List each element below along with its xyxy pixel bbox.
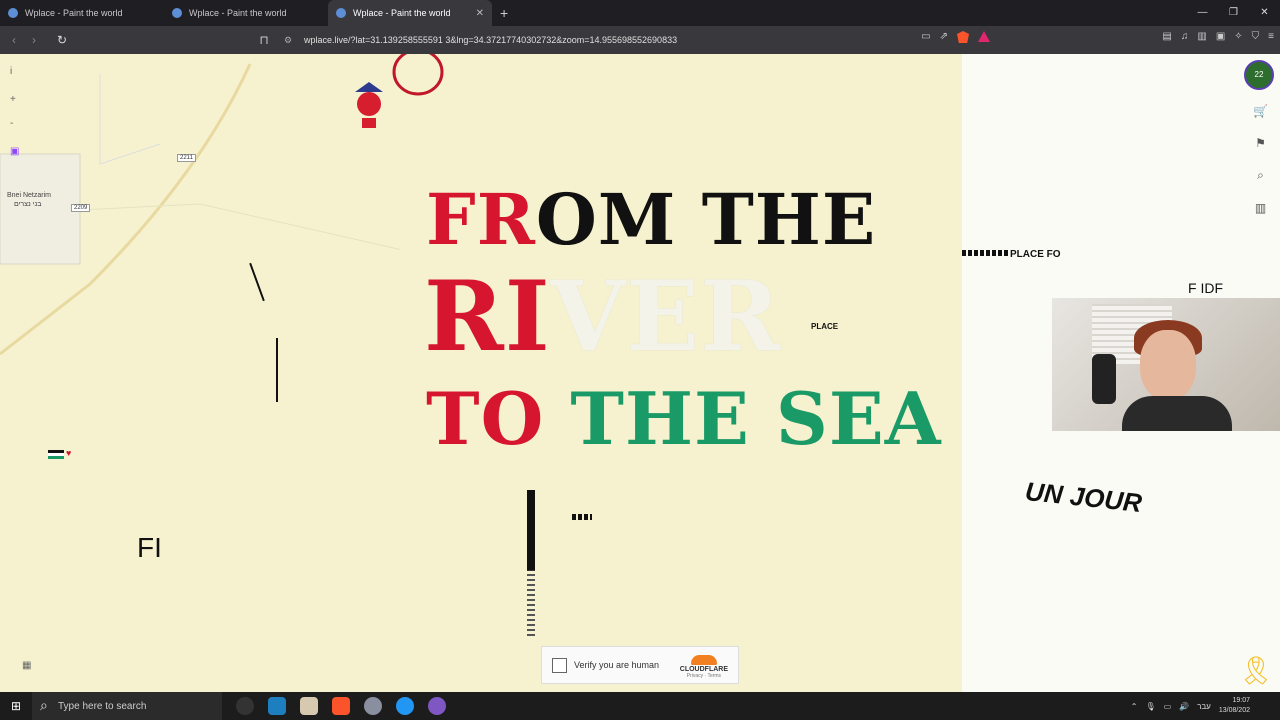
site-info-icon[interactable]: ⚙ [284, 35, 292, 46]
leaderboard-icon[interactable]: ▥ [1255, 201, 1266, 215]
search-placeholder: Type here to search [58, 700, 147, 712]
taskbar-apps [236, 697, 446, 715]
art-line-river: RIVER [424, 260, 782, 373]
browser-actions: ▤ ♫ ▥ ▣ ✧ ⛉ ≡ [1162, 31, 1274, 42]
wallet-icon[interactable]: ▣ [1216, 31, 1225, 42]
webcam-overlay [1052, 298, 1280, 431]
language-indicator[interactable]: עבר [1197, 702, 1211, 711]
tab-title: Wplace - Paint the world [189, 8, 287, 18]
brave-icon[interactable] [332, 697, 350, 715]
twitch-icon[interactable]: ▣ [10, 146, 19, 157]
brave-rewards-icon[interactable] [978, 31, 990, 42]
tray-chevron-icon[interactable]: ⌃ [1131, 702, 1138, 711]
tab-title: Wplace - Paint the world [25, 8, 123, 18]
tab-title: Wplace - Paint the world [353, 8, 451, 18]
forward-button[interactable]: › [24, 33, 44, 47]
user-avatar[interactable]: 22 [1244, 60, 1274, 90]
map-roads [0, 63, 400, 356]
place-label-he: בני נצרים [14, 201, 42, 208]
store-icon[interactable]: 🛒 [1253, 104, 1268, 118]
app-icon[interactable] [428, 697, 446, 715]
windows-taskbar: ⊞ Type here to search ⌃ 🎙 ▭ 🔊 עבר 19:07 … [0, 692, 1280, 720]
spiderman-pixel-art [355, 54, 444, 128]
road-number: 2209 [71, 204, 91, 212]
addr-actions: ▭ ⇗ [921, 31, 990, 43]
user-level: 22 [1254, 70, 1264, 79]
art-place-fo: PLACE FO [1010, 249, 1061, 260]
taskbar-search[interactable]: Type here to search [32, 692, 222, 720]
art-fi: FI [137, 532, 162, 563]
reload-button[interactable]: ↻ [52, 33, 72, 47]
zoom-out-button[interactable]: - [10, 118, 13, 129]
window-controls: — ❐ ✕ [1187, 0, 1280, 26]
browser-toolbar: ‹ › ↻ ⊓ ⚙ wplace.live/?lat=31.1392585555… [0, 26, 1280, 54]
verify-checkbox[interactable] [552, 657, 567, 673]
art-dashes [962, 250, 1008, 256]
layers-icon[interactable]: ▦ [22, 660, 31, 671]
maximize-button[interactable]: ❐ [1218, 0, 1249, 26]
road-number: 2211 [177, 154, 196, 162]
windows-start-icon[interactable]: ⊞ [0, 699, 32, 713]
search-location-icon[interactable]: ⌕ [1257, 168, 1264, 183]
alliance-icon[interactable]: ⚑ [1255, 136, 1266, 150]
back-button[interactable]: ‹ [4, 33, 24, 47]
volume-icon[interactable]: 🔊 [1179, 702, 1189, 711]
clock-time: 19:07 [1232, 697, 1250, 704]
tower-art [527, 490, 535, 636]
obs-icon[interactable] [236, 697, 254, 715]
url-text: wplace.live/?lat=31.139258555591 3&lng=3… [304, 35, 678, 45]
network-icon[interactable]: ▭ [1164, 702, 1172, 711]
tab-2[interactable]: Wplace - Paint the world [164, 0, 328, 26]
media-icon[interactable]: ♫ [1181, 31, 1189, 42]
menu-icon[interactable]: ≡ [1268, 31, 1274, 42]
system-tray: ⌃ 🎙 ▭ 🔊 עבר 19:07 13/08/202 [1131, 696, 1250, 716]
place-label: Bnei Netzarim [7, 192, 51, 199]
clock-date: 13/08/202 [1218, 707, 1250, 714]
vpn-icon[interactable]: ⛉ [1252, 31, 1260, 42]
mic-icon[interactable]: 🎙 [1145, 702, 1155, 711]
flag-pixel-art [48, 450, 64, 459]
minimize-button[interactable]: — [1187, 0, 1218, 26]
art-place: PLACE [811, 322, 839, 331]
tab-1[interactable]: Wplace - Paint the world [0, 0, 164, 26]
ccleaner-icon[interactable] [396, 697, 414, 715]
cast-icon[interactable]: ▭ [921, 31, 930, 43]
app-icon[interactable] [364, 697, 382, 715]
art-line-to-the-sea: TO THE SEA [426, 376, 942, 461]
leo-icon[interactable]: ✧ [1234, 31, 1242, 42]
yellow-ribbon-icon: 🎗 [1238, 655, 1274, 686]
cloudflare-logo: CLOUDFLARE Privacy · Terms [680, 655, 728, 679]
art-line-from-the: FROM THE [426, 178, 877, 261]
panel-icon[interactable]: ▥ [1197, 31, 1206, 42]
close-window-button[interactable]: ✕ [1249, 0, 1280, 26]
globe-icon [8, 8, 18, 18]
art-f-idf: F IDF [1188, 280, 1223, 296]
globe-icon [336, 8, 346, 18]
captcha-links[interactable]: Privacy · Terms [680, 673, 728, 679]
tab-bar: Wplace - Paint the world Wplace - Paint … [0, 0, 1280, 26]
stroke-art [276, 338, 278, 402]
map-canvas[interactable]: Bnei Netzarim בני נצרים 2211 2209 i + - … [0, 54, 1280, 692]
info-button[interactable]: i [10, 66, 12, 77]
right-rail: 🛒 ⚑ ⌕ ▥ [1253, 104, 1268, 215]
verify-label: Verify you are human [574, 660, 660, 670]
heart-pixel-art: ♥ [66, 448, 72, 458]
address-bar[interactable]: ⚙ wplace.live/?lat=31.139258555591 3&lng… [282, 29, 998, 51]
dots-art [572, 514, 592, 520]
bookmark-icon[interactable]: ⊓ [254, 33, 274, 47]
cloudflare-captcha: Verify you are human CLOUDFLARE Privacy … [541, 646, 739, 684]
close-tab-icon[interactable]: ✕ [476, 8, 484, 19]
app-icon[interactable] [300, 697, 318, 715]
share-icon[interactable]: ⇗ [940, 31, 948, 43]
clock[interactable]: 19:07 13/08/202 [1219, 696, 1250, 716]
zoom-in-button[interactable]: + [10, 94, 16, 105]
tab-3[interactable]: Wplace - Paint the world ✕ [328, 0, 492, 26]
brave-shields-icon[interactable] [957, 31, 969, 43]
sidebar-icon[interactable]: ▤ [1162, 31, 1171, 42]
cloud-icon [690, 655, 717, 665]
app-icon[interactable] [268, 697, 286, 715]
new-tab-button[interactable]: + [500, 5, 508, 21]
globe-icon [172, 8, 182, 18]
